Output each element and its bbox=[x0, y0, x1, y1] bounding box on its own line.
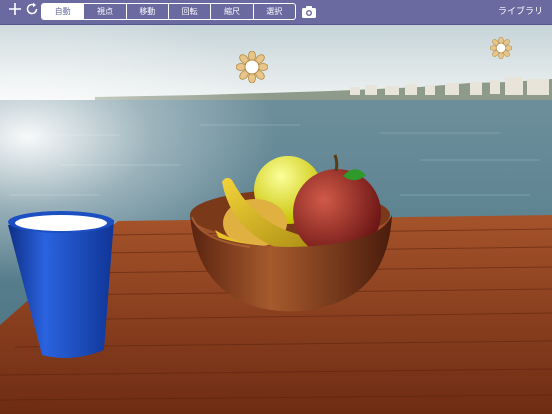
camera-icon[interactable] bbox=[301, 4, 317, 19]
3d-viewport[interactable] bbox=[0, 25, 552, 414]
mode-tab-auto[interactable]: 自動 bbox=[42, 4, 84, 19]
mode-tab-select[interactable]: 選択 bbox=[252, 4, 295, 19]
plus-icon[interactable] bbox=[6, 2, 24, 20]
toolbar: 自動 視点 移動 回転 縮尺 選択 ライブラリ bbox=[0, 0, 552, 25]
refresh-icon[interactable] bbox=[23, 2, 41, 20]
light-sun-icon-2[interactable] bbox=[489, 36, 513, 63]
mode-tab-rotate[interactable]: 回転 bbox=[167, 4, 210, 19]
mode-tab-scale[interactable]: 縮尺 bbox=[210, 4, 252, 19]
mode-tab-move[interactable]: 移動 bbox=[125, 4, 168, 19]
mode-tab-viewpoint[interactable]: 視点 bbox=[83, 4, 125, 19]
library-button[interactable]: ライブラリ bbox=[498, 0, 543, 24]
scene-render bbox=[0, 25, 552, 414]
mode-segmented-control: 自動 視点 移動 回転 縮尺 選択 bbox=[41, 3, 296, 20]
light-sun-icon-1[interactable] bbox=[235, 50, 269, 87]
